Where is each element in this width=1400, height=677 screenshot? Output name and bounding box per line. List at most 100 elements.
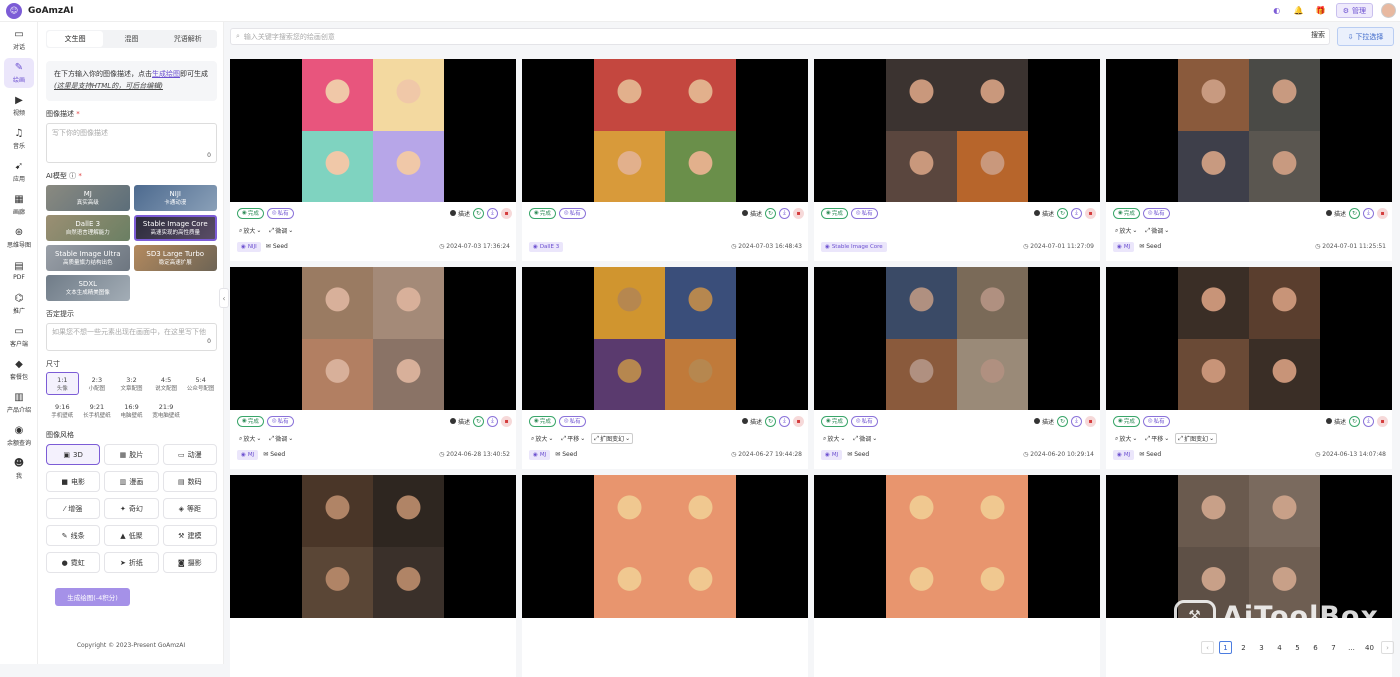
page-0[interactable]: 1 (1219, 641, 1232, 654)
private-badge[interactable]: ◎ 私有 (266, 415, 294, 427)
download-icon[interactable]: ⤓ (487, 207, 498, 219)
delete-icon[interactable]: ▪ (793, 415, 804, 427)
nav-item-11[interactable]: ▥ 产品介绍 (4, 388, 34, 418)
size-option-3[interactable]: 4:5 说文配图 (150, 372, 183, 395)
refresh-icon[interactable]: ↻ (1057, 207, 1068, 219)
dropdown-select-button[interactable]: ⇩ 下拉选择 (1337, 27, 1394, 46)
private-badge[interactable]: ◎ 私有 (1142, 415, 1170, 427)
description-input[interactable]: 写下你的图像描述 0 (46, 123, 217, 163)
delete-icon[interactable]: ▪ (793, 207, 804, 219)
action-control[interactable]: ⌕ 放大 ⌄ (1113, 225, 1139, 236)
search-bar[interactable]: ⌕ 输入关键字搜索您的绘画创意 搜索 (230, 28, 1330, 45)
generated-image[interactable] (886, 59, 1028, 202)
refresh-icon[interactable]: ↻ (1349, 415, 1360, 427)
theme-toggle-icon[interactable]: ◐ (1270, 4, 1284, 18)
nav-item-4[interactable]: ➹ 应用 (4, 157, 34, 187)
image-preview[interactable] (230, 475, 516, 618)
action-control[interactable]: ⌕ 放大 ⌄ (529, 433, 555, 444)
style-option-14[interactable]: ◙ 摄影 (162, 552, 217, 573)
nav-item-10[interactable]: ◆ 套餐包 (4, 355, 34, 385)
action-control[interactable]: ⌕ 放大 ⌄ (237, 225, 263, 236)
style-option-2[interactable]: ▭ 动漫 (162, 444, 217, 465)
tab-2[interactable]: 咒语解析 (160, 31, 216, 47)
delete-icon[interactable]: ▪ (1377, 415, 1388, 427)
action-control[interactable]: ⤢ 平移 ⌄ (559, 433, 587, 444)
style-option-8[interactable]: ◈ 等距 (162, 498, 217, 519)
image-preview[interactable] (1106, 59, 1392, 202)
describe-button[interactable]: 描述 (1033, 417, 1054, 426)
delete-icon[interactable]: ▪ (1085, 415, 1096, 427)
image-preview[interactable] (522, 267, 808, 410)
action-control[interactable]: ⤢ 微调 ⌄ (1143, 225, 1171, 236)
negative-prompt-input[interactable]: 如果您不想一些元素出现在画面中，在这里写下他 0 (46, 323, 217, 351)
describe-button[interactable]: 描述 (1033, 209, 1054, 218)
download-icon[interactable]: ⤓ (1071, 415, 1082, 427)
download-icon[interactable]: ⤓ (779, 207, 790, 219)
page-5[interactable]: 6 (1309, 641, 1322, 654)
download-icon[interactable]: ⤓ (1071, 207, 1082, 219)
generated-image[interactable] (886, 475, 1028, 618)
download-icon[interactable]: ⤓ (1363, 207, 1374, 219)
size-option-8[interactable]: 21:9 宽电脑壁纸 (150, 399, 183, 422)
generated-image[interactable] (302, 475, 444, 618)
nav-item-2[interactable]: ▶ 视频 (4, 91, 34, 121)
generated-image[interactable] (1178, 475, 1320, 618)
page-4[interactable]: 5 (1291, 641, 1304, 654)
nav-item-0[interactable]: ▭ 对话 (4, 25, 34, 55)
delete-icon[interactable]: ▪ (501, 207, 512, 219)
size-option-6[interactable]: 9:21 长手机壁纸 (81, 399, 114, 422)
describe-button[interactable]: 描述 (1325, 417, 1346, 426)
private-badge[interactable]: ◎ 私有 (558, 415, 586, 427)
private-badge[interactable]: ◎ 私有 (1142, 207, 1170, 219)
size-option-2[interactable]: 3:2 文章配图 (115, 372, 148, 395)
generated-image[interactable] (886, 267, 1028, 410)
describe-button[interactable]: 描述 (449, 417, 470, 426)
action-control[interactable]: ⤢ 微调 ⌄ (267, 433, 295, 444)
describe-button[interactable]: 描述 (741, 417, 762, 426)
nav-item-5[interactable]: ▦ 画廊 (4, 190, 34, 220)
page-6[interactable]: 7 (1327, 641, 1340, 654)
size-option-5[interactable]: 9:16 手机壁纸 (46, 399, 79, 422)
image-preview[interactable] (814, 475, 1100, 618)
action-control[interactable]: ⤢ 扩图变幻 ⌄ (591, 433, 634, 444)
refresh-icon[interactable]: ↻ (1349, 207, 1360, 219)
page-1[interactable]: 2 (1237, 641, 1250, 654)
action-control[interactable]: ⤢ 微调 ⌄ (267, 225, 295, 236)
tab-0[interactable]: 文生图 (47, 31, 104, 47)
model-option-4[interactable]: Stable Image Ultra 高质量旗力结构出色 (46, 245, 130, 271)
seed-button[interactable]: ✉ Seed (555, 451, 577, 458)
describe-button[interactable]: 描述 (1325, 209, 1346, 218)
nav-item-8[interactable]: ⌬ 推广 (4, 289, 34, 319)
style-option-3[interactable]: ■ 电影 (46, 471, 101, 492)
seed-button[interactable]: ✉ Seed (263, 451, 285, 458)
private-badge[interactable]: ◎ 私有 (558, 207, 586, 219)
private-badge[interactable]: ◎ 私有 (850, 207, 878, 219)
size-option-0[interactable]: 1:1 头像 (46, 372, 79, 395)
model-option-3[interactable]: Stable Image Core 高速实现的高性质量 (133, 215, 217, 241)
style-option-9[interactable]: ✎ 线条 (46, 525, 101, 546)
user-avatar[interactable] (1381, 3, 1396, 18)
action-control[interactable]: ⤢ 微调 ⌄ (851, 433, 879, 444)
style-option-4[interactable]: ▥ 漫画 (104, 471, 159, 492)
model-option-5[interactable]: SD3 Large Turbo 稳定高速扩展 (133, 245, 217, 271)
seed-button[interactable]: ✉ Seed (847, 451, 869, 458)
style-option-7[interactable]: ✦ 奇幻 (104, 498, 159, 519)
nav-item-6[interactable]: ⊛ 思维导图 (4, 223, 34, 253)
style-option-12[interactable]: ● 霓虹 (46, 552, 101, 573)
generated-image[interactable] (594, 59, 736, 202)
style-option-6[interactable]: ⁄ 增强 (46, 498, 101, 519)
image-preview[interactable] (522, 59, 808, 202)
describe-button[interactable]: 描述 (449, 209, 470, 218)
generate-button[interactable]: 生成绘图(-4积分) (55, 588, 130, 606)
refresh-icon[interactable]: ↻ (473, 415, 484, 427)
download-icon[interactable]: ⤓ (1363, 415, 1374, 427)
generated-image[interactable] (594, 267, 736, 410)
nav-item-7[interactable]: ▤ PDF (4, 256, 34, 286)
notification-bell-icon[interactable]: 🔔 (1292, 4, 1306, 18)
nav-item-12[interactable]: ◉ 余额查询 (4, 421, 34, 451)
search-button[interactable]: 搜索 (1311, 30, 1325, 40)
manage-button[interactable]: ⚙ 管理 (1335, 3, 1373, 18)
style-option-11[interactable]: ⚒ 建模 (162, 525, 217, 546)
tip-link[interactable]: 生成绘图 (152, 70, 180, 78)
refresh-icon[interactable]: ↻ (765, 207, 776, 219)
